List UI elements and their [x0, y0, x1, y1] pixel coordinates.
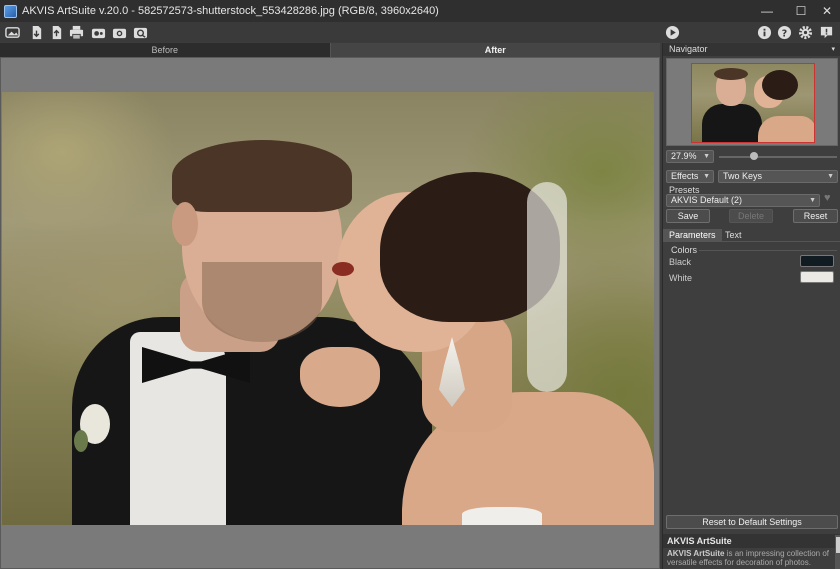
save-icon[interactable] — [28, 24, 44, 40]
export-icon[interactable] — [48, 24, 64, 40]
save-preset-button[interactable]: Save — [666, 209, 710, 223]
navigator-preview[interactable] — [666, 58, 838, 146]
preset-value: AKVIS Default (2) — [671, 195, 743, 205]
effects-group-value: Effects — [671, 171, 699, 181]
close-button[interactable]: ✕ — [812, 0, 840, 22]
view-tabs: Before After — [0, 43, 660, 57]
help-icon[interactable]: ? — [776, 24, 792, 40]
notification-icon[interactable] — [818, 24, 834, 40]
chevron-down-icon: ▼ — [827, 173, 834, 180]
window-title: AKVIS ArtSuite v.20.0 - 582572573-shutte… — [22, 5, 439, 17]
chevron-down-icon: ▼ — [809, 197, 816, 204]
parameter-tabs: Parameters Text — [663, 229, 840, 242]
white-color-swatch[interactable] — [800, 271, 834, 283]
toolbar: ? — [0, 22, 840, 42]
colors-divider — [699, 250, 837, 251]
info-scrollbar-thumb[interactable] — [836, 537, 840, 553]
share-icon[interactable] — [111, 24, 127, 40]
chevron-down-icon: ▼ — [703, 173, 710, 180]
effect-value: Two Keys — [723, 171, 763, 181]
navigator-title: Navigator — [669, 44, 708, 54]
chevron-down-icon: ▼ — [703, 153, 710, 160]
zoom-icon[interactable] — [132, 24, 148, 40]
reset-default-button[interactable]: Reset to Default Settings — [666, 515, 838, 529]
svg-text:?: ? — [781, 28, 786, 39]
info-icon[interactable] — [756, 24, 772, 40]
info-title: AKVIS ArtSuite — [663, 534, 840, 548]
minimize-button[interactable]: — — [752, 0, 782, 22]
black-color-swatch[interactable] — [800, 255, 834, 267]
batch-icon[interactable] — [90, 24, 106, 40]
play-icon[interactable] — [664, 24, 680, 40]
delete-preset-button[interactable]: Delete — [729, 209, 773, 223]
image-canvas[interactable] — [0, 57, 660, 569]
navigator-thumbnail[interactable] — [691, 63, 815, 143]
title-bar: AKVIS ArtSuite v.20.0 - 582572573-shutte… — [0, 0, 840, 22]
zoom-select[interactable]: 27.9% ▼ — [666, 150, 714, 163]
info-description: AKVIS ArtSuite is an impressing collecti… — [663, 549, 833, 569]
collapse-icon[interactable]: ▾ — [831, 43, 835, 56]
favorite-heart-icon[interactable]: ♥ — [824, 192, 831, 204]
settings-panel: Navigator ▾ 27.9% ▼ Effects ▼ Two Keys ▼… — [662, 43, 840, 569]
zoom-slider[interactable] — [719, 156, 837, 158]
settings-icon[interactable] — [797, 24, 813, 40]
tab-after[interactable]: After — [329, 43, 660, 57]
navigator-header: Navigator ▾ — [663, 43, 840, 56]
app-logo-icon — [4, 4, 17, 18]
white-color-label: White — [669, 273, 693, 283]
effects-group-select[interactable]: Effects ▼ — [666, 170, 714, 183]
tab-before[interactable]: Before — [0, 43, 330, 57]
info-app-name: AKVIS ArtSuite — [667, 549, 725, 558]
effect-select[interactable]: Two Keys ▼ — [718, 170, 838, 183]
zoom-value: 27.9% — [671, 151, 697, 161]
tab-parameters[interactable]: Parameters — [663, 229, 722, 242]
reset-preset-button[interactable]: Reset — [793, 209, 838, 223]
colors-label: Colors — [671, 245, 698, 255]
photo-preview[interactable] — [2, 92, 654, 525]
print-icon[interactable] — [68, 24, 84, 40]
preset-select[interactable]: AKVIS Default (2) ▼ — [666, 194, 820, 207]
zoom-slider-handle[interactable] — [750, 152, 758, 160]
black-color-label: Black — [669, 257, 692, 267]
tab-text[interactable]: Text — [719, 229, 748, 242]
open-image-icon[interactable] — [4, 24, 20, 40]
